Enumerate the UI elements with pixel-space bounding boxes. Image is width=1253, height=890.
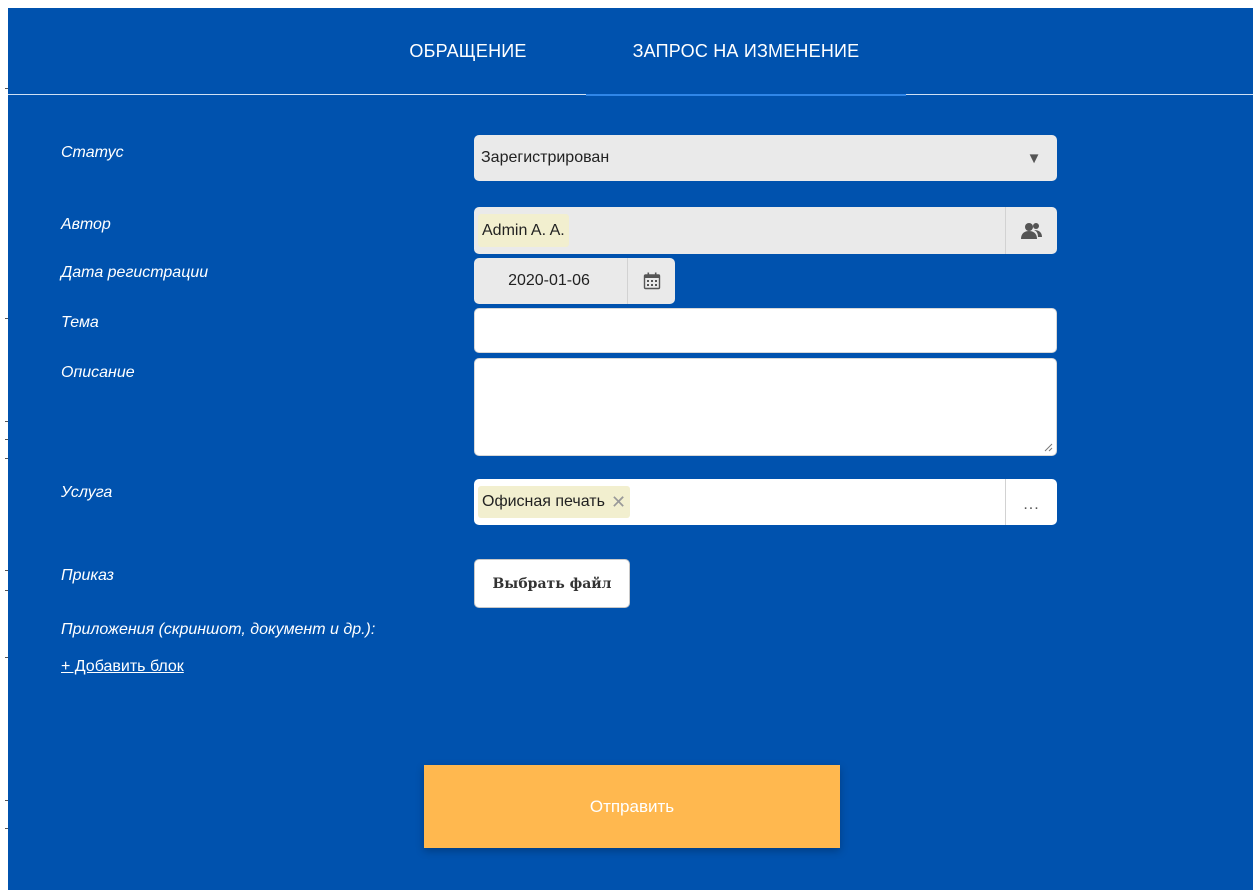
status-select[interactable]: Зарегистрирован ▼ — [474, 135, 1057, 181]
tab-bar: ОБРАЩЕНИЕ ЗАПРОС НА ИЗМЕНЕНИЕ — [8, 8, 1253, 96]
order-label: Приказ — [61, 567, 114, 584]
subject-label: Тема — [61, 314, 99, 331]
calendar-icon[interactable] — [627, 258, 675, 304]
submit-button[interactable]: Отправить — [424, 765, 840, 848]
registration-date-value: 2020-01-06 — [508, 272, 590, 289]
status-label: Статус — [61, 144, 124, 161]
user-group-icon[interactable] — [1005, 207, 1057, 254]
description-textarea[interactable] — [474, 358, 1057, 456]
service-chip-label: Офисная печать — [482, 493, 605, 510]
description-label: Описание — [61, 364, 135, 381]
add-block-link[interactable]: + Добавить блок — [61, 658, 184, 676]
left-edge-marks — [0, 0, 8, 890]
choose-file-button[interactable]: Выбрать файл — [474, 559, 630, 608]
status-value: Зарегистрирован — [481, 149, 610, 166]
tab-appeal[interactable]: ОБРАЩЕНИЕ — [348, 8, 588, 95]
registration-date-label: Дата регистрации — [61, 264, 209, 281]
author-label: Автор — [61, 216, 111, 233]
close-icon[interactable]: ✕ — [611, 493, 626, 511]
subject-input[interactable] — [474, 308, 1057, 353]
attachments-label: Приложения (скриншот, документ и др.): — [61, 621, 376, 638]
resize-grip-icon[interactable] — [1043, 442, 1053, 452]
author-field[interactable]: Admin A. A. — [474, 207, 1057, 254]
tab-change-request[interactable]: ЗАПРОС НА ИЗМЕНЕНИЕ — [586, 8, 906, 96]
registration-date-field[interactable]: 2020-01-06 — [474, 258, 675, 304]
service-label: Услуга — [61, 484, 113, 501]
service-field[interactable]: Офисная печать ✕ ... — [474, 479, 1057, 525]
more-options-button[interactable]: ... — [1005, 479, 1057, 525]
author-chip: Admin A. A. — [478, 214, 569, 247]
chevron-down-icon[interactable]: ▼ — [1011, 135, 1057, 181]
service-chip: Офисная печать ✕ — [478, 486, 631, 518]
form-panel: ОБРАЩЕНИЕ ЗАПРОС НА ИЗМЕНЕНИЕ Статус Зар… — [8, 8, 1253, 890]
